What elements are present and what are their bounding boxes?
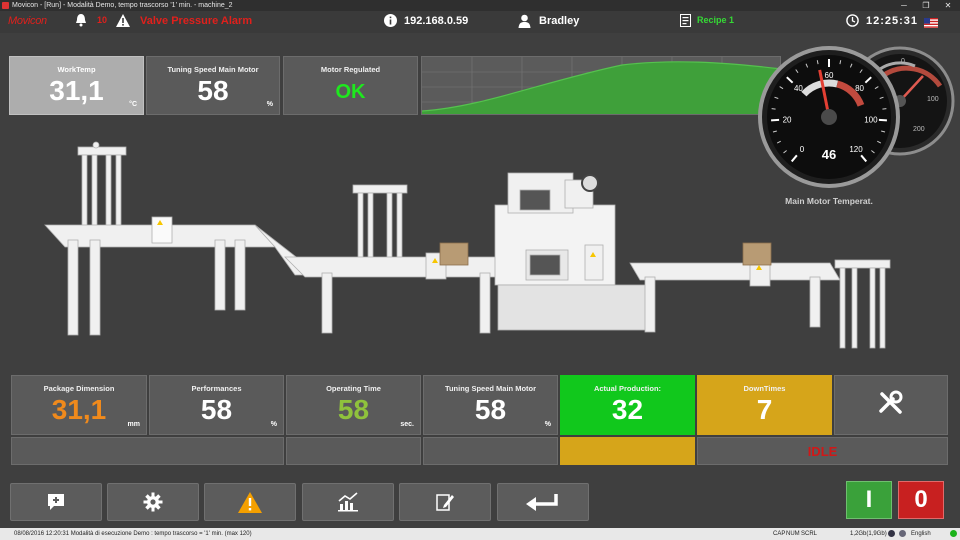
alarm-message[interactable]: Valve Pressure Alarm — [140, 15, 252, 27]
operating-time-unit: sec. — [400, 421, 414, 428]
downtimes-label: DownTimes — [743, 384, 786, 393]
recipe-icon[interactable] — [680, 14, 691, 32]
status-language[interactable]: English — [911, 528, 931, 540]
tuning-speed-tile: Tuning Speed Main Motor 58 % — [146, 56, 280, 115]
chart-icon — [338, 492, 358, 512]
close-button[interactable]: ✕ — [936, 0, 960, 11]
warning-icon[interactable] — [116, 14, 130, 32]
downtimes-value: 7 — [756, 394, 773, 425]
package-dimension-tile: Package Dimension 31,1 mm — [11, 375, 147, 435]
tuning-speed-bottom-tile: Tuning Speed Main Motor 58 % — [423, 375, 558, 435]
gauge-tick-label: 60 — [825, 71, 834, 80]
motor-regulated-label: Motor Regulated — [320, 65, 381, 74]
tuning-speed-bottom-label: Tuning Speed Main Motor — [444, 384, 537, 393]
clock-time: 12:25:31 — [866, 15, 919, 27]
worktemp-unit: °C — [129, 101, 137, 108]
tuning-speed-label: Tuning Speed Main Motor — [167, 65, 259, 74]
minimize-button[interactable]: ─ — [892, 0, 916, 11]
alarm-count: 10 — [97, 15, 108, 25]
performances-label: Performances — [191, 384, 242, 393]
status-connection-icon — [950, 530, 957, 537]
back-gauge-tick-100: 100 — [927, 96, 939, 103]
performances-value: 58 — [200, 394, 233, 425]
status-message: 08/08/2016 12:20:31 Modalità di esecuzio… — [14, 531, 252, 537]
worktemp-label: WorkTemp — [57, 65, 96, 74]
operating-time-label: Operating Time — [326, 384, 381, 393]
header-bar: Movicon 10 Valve Pressure Alarm 192.168.… — [0, 11, 960, 33]
edit-document-icon — [436, 494, 454, 511]
package-dimension-value: 31,1 — [51, 394, 107, 425]
warning-triangle-icon — [238, 491, 262, 513]
actual-production-label: Actual Production: — [593, 384, 662, 393]
wrench-screwdriver-icon — [878, 390, 904, 421]
status-info-icon — [888, 530, 895, 537]
status-cell-downtime — [560, 437, 695, 465]
us-flag-icon[interactable] — [924, 15, 938, 33]
add-comment-button[interactable] — [10, 483, 102, 521]
status-caps: CAP — [773, 531, 786, 537]
status-cell-3 — [423, 437, 558, 465]
enter-arrow-icon — [526, 494, 558, 511]
package-dimension-label: Package Dimension — [43, 384, 115, 393]
stop-button-label: 0 — [914, 486, 928, 513]
window-title: Movicon - [Run] - Modalità Demo, tempo t… — [12, 2, 233, 9]
tuning-speed-value: 58 — [197, 75, 229, 106]
actual-production-value: 32 — [611, 394, 644, 425]
production-line-illustration — [40, 135, 900, 355]
recipe-name[interactable]: Recipe 1 — [697, 15, 734, 25]
operating-time-tile: Operating Time 58 sec. — [286, 375, 421, 435]
motor-regulated-tile: Motor Regulated OK — [283, 56, 418, 115]
gear-icon — [143, 492, 163, 512]
window-titlebar: Movicon - [Run] - Modalità Demo, tempo t… — [0, 0, 960, 11]
package-dimension-unit: mm — [127, 421, 140, 428]
info-icon[interactable] — [384, 14, 397, 32]
edit-report-button[interactable] — [399, 483, 491, 521]
user-icon[interactable] — [518, 14, 531, 33]
status-bar: 08/08/2016 12:20:31 Modalità di esecuzio… — [0, 528, 960, 540]
clock-icon — [846, 14, 859, 32]
ip-address: 192.168.0.59 — [404, 15, 469, 27]
status-cell-1 — [11, 437, 284, 465]
movicon-logo: Movicon — [8, 15, 47, 27]
status-num: NUM — [786, 531, 800, 537]
status-user-icon — [899, 530, 906, 537]
tuning-speed-bottom-unit: % — [544, 421, 551, 428]
add-comment-icon — [48, 494, 64, 510]
gauge-tick-label: 20 — [783, 115, 792, 124]
user-name: Bradley — [539, 15, 580, 27]
back-gauge-tick-200: 200 — [913, 126, 925, 133]
status-memory: 1,2Gb(1,9Gb) — [850, 531, 887, 537]
tuning-speed-unit: % — [266, 101, 273, 108]
back-button[interactable] — [497, 483, 589, 521]
worktemp-value: 31,1 — [49, 75, 104, 106]
alarms-button[interactable] — [204, 483, 296, 521]
downtimes-tile: DownTimes 7 — [697, 375, 832, 435]
settings-button[interactable] — [107, 483, 199, 521]
back-gauge-tick-0: 0 — [901, 58, 905, 65]
start-button-label: I — [865, 486, 873, 513]
trend-chart-svg — [422, 57, 780, 114]
status-cell-2 — [286, 437, 421, 465]
gauge-minor-tick — [771, 108, 776, 110]
machine-state-label: IDLE — [807, 443, 838, 459]
bell-icon[interactable] — [75, 13, 87, 32]
performances-tile: Performances 58 % — [149, 375, 284, 435]
trends-button[interactable] — [302, 483, 394, 521]
stop-button[interactable]: 0 — [898, 481, 944, 519]
gauge-minor-tick — [882, 108, 887, 110]
maximize-button[interactable]: ❐ — [914, 0, 938, 11]
trend-chart[interactable] — [421, 56, 781, 115]
actual-production-tile: Actual Production: 32 — [560, 375, 695, 435]
start-button[interactable]: I — [846, 481, 892, 519]
worktemp-tile: WorkTemp 31,1 °C — [9, 56, 144, 115]
status-scrl: SCRL — [801, 531, 818, 537]
machine-state-cell: IDLE — [697, 437, 948, 465]
gauge-tick-label: 100 — [864, 115, 878, 124]
app-icon — [2, 2, 9, 9]
motor-regulated-value: OK — [335, 81, 366, 103]
tuning-speed-bottom-value: 58 — [474, 394, 507, 425]
maintenance-button[interactable] — [834, 375, 948, 435]
performances-unit: % — [270, 421, 277, 428]
